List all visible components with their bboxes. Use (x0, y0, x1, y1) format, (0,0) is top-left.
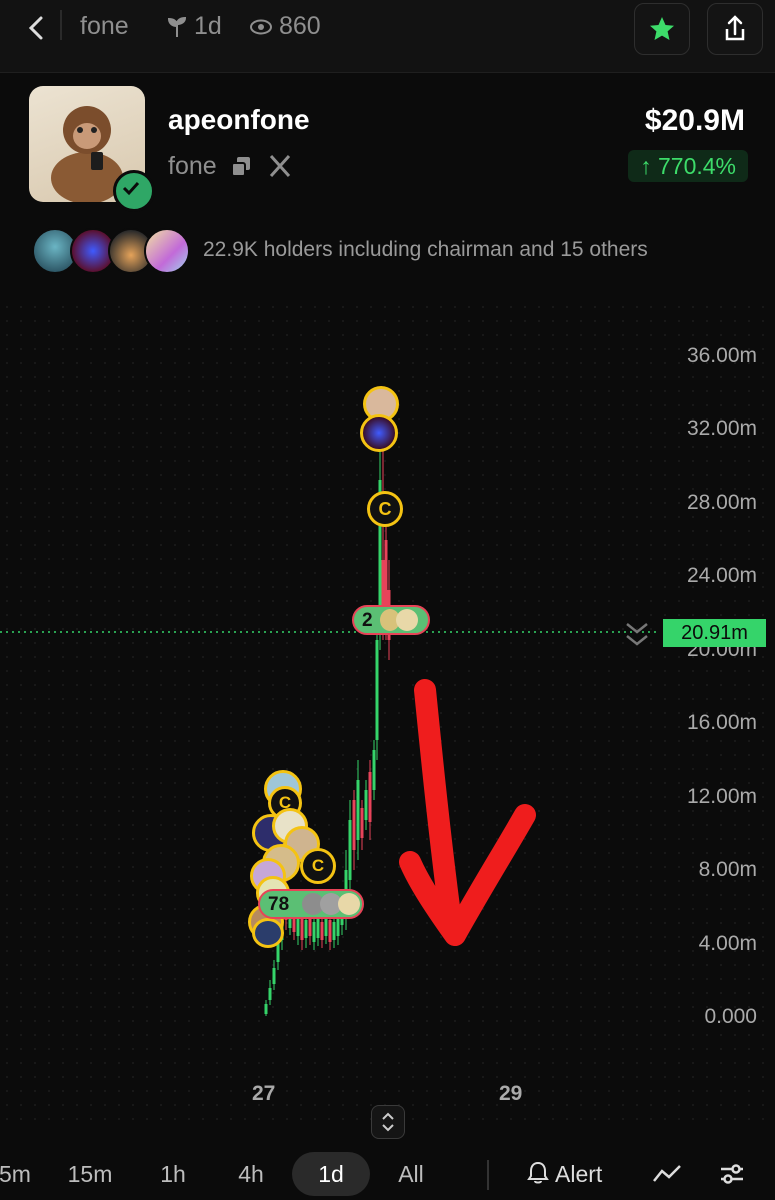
candle-body (304, 920, 308, 938)
bell-icon (527, 1161, 549, 1184)
settings-sliders-icon[interactable] (718, 1160, 746, 1193)
candle-body (364, 790, 368, 820)
candle-body (264, 1004, 268, 1014)
candle-body (320, 922, 324, 940)
y-axis-label: 16.00m (686, 711, 757, 734)
candle-body (312, 922, 316, 942)
y-axis-label: 8.00m (698, 858, 757, 881)
candle-body (272, 968, 276, 984)
chart-type-icon[interactable] (652, 1163, 682, 1190)
creator-marker[interactable]: C (367, 491, 403, 527)
candle-body (360, 808, 364, 838)
candle-body (268, 988, 272, 1000)
chevrons-down-icon (626, 623, 648, 646)
timeframe-1d[interactable]: 1d (292, 1152, 370, 1196)
candle-body (368, 772, 372, 822)
x-axis-label: 29 (499, 1082, 523, 1105)
cluster-count: 78 (268, 894, 290, 915)
candle-body (328, 920, 332, 942)
trader-avatar (396, 609, 418, 631)
trade-cluster[interactable]: 78 (258, 889, 364, 919)
cluster-count: 2 (362, 610, 373, 631)
y-axis-label: 28.00m (686, 491, 757, 514)
alert-button[interactable]: Alert (527, 1152, 602, 1196)
y-axis-label: 12.00m (686, 785, 757, 808)
candle-body (372, 750, 376, 790)
timeframe-all[interactable]: All (386, 1152, 436, 1196)
y-axis-label: 32.00m (686, 417, 757, 440)
divider (487, 1160, 489, 1190)
candle-body (324, 916, 328, 936)
candlestick-chart[interactable] (0, 0, 775, 1200)
trader-marker[interactable] (252, 918, 284, 948)
candle-body (356, 780, 360, 840)
y-axis-label: 36.00m (686, 344, 757, 367)
expand-chart-button[interactable] (371, 1105, 405, 1139)
candle-body (332, 922, 336, 940)
candle-body (300, 916, 304, 940)
candle-body (308, 918, 312, 936)
trader-avatar (338, 893, 360, 915)
candle-body (316, 918, 320, 938)
alert-label: Alert (555, 1161, 603, 1187)
timeframe-1h[interactable]: 1h (148, 1152, 198, 1196)
candle-body (375, 640, 379, 740)
y-axis-label: 4.00m (698, 932, 757, 955)
chevron-up-down-icon (382, 1112, 394, 1132)
annotation-arrow (399, 679, 536, 946)
timeframe-15m[interactable]: 15m (60, 1152, 120, 1196)
creator-marker[interactable]: C (300, 848, 336, 884)
trade-cluster[interactable]: 2 (352, 605, 430, 635)
trader-marker[interactable] (360, 414, 398, 452)
candle-body (352, 800, 356, 850)
y-axis-label: 0.000 (704, 1005, 757, 1028)
x-axis-label: 27 (252, 1082, 276, 1105)
y-axis-label: 24.00m (686, 564, 757, 587)
timeframe-5m[interactable]: 5m (0, 1152, 40, 1196)
current-price-tag: 20.91m (663, 619, 766, 647)
timeframe-4h[interactable]: 4h (226, 1152, 276, 1196)
candle-body (348, 820, 352, 880)
